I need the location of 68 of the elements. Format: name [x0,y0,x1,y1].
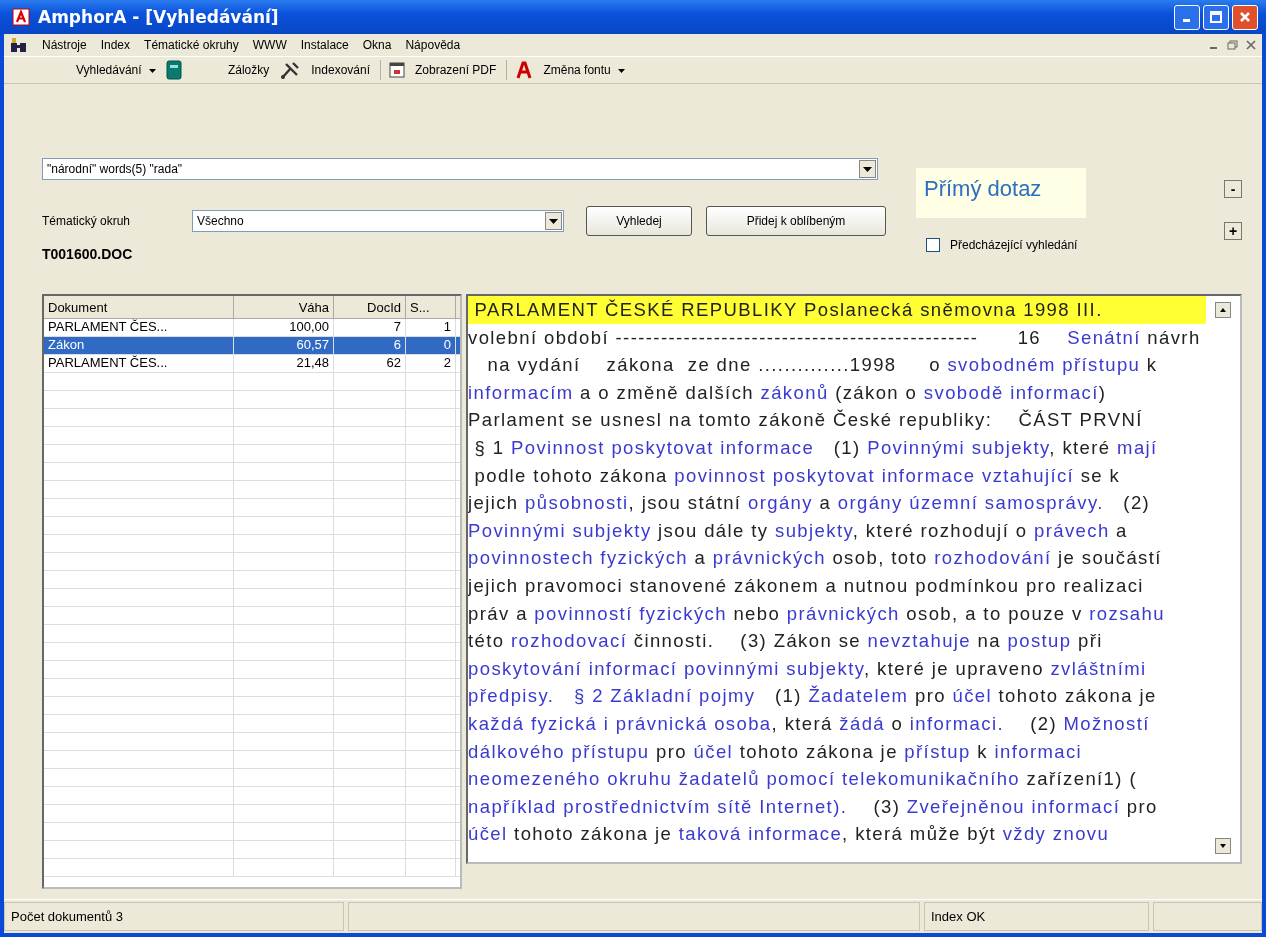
app-icon [12,8,30,26]
window-icon[interactable] [389,62,405,78]
menu-item[interactable]: Instalace [300,38,349,52]
indexing-button[interactable]: Indexování [309,61,372,79]
document-line: práv a povinností fyzických nebo právnických osob, a to pouze v rozsahu [468,601,1166,626]
document-line: § 1 Povinnost poskytovat informace (1) Povinnými subjekty, které mají [473,435,1159,460]
document-line: Parlament se usnesl na tomto zákoně České republiky: ČÁST PRVNÍ [468,408,1144,433]
maximize-icon[interactable] [1209,10,1223,24]
add-favorites-button[interactable]: Přidej k oblíbeným [706,206,886,236]
file-name: T001600.DOC [42,246,134,262]
document-line: volební období ------------------------------------------------ 16 Senátní návrh [468,325,1202,350]
query-combobox[interactable]: "národní" words(5) "rada" [42,158,878,180]
document-line: dálkového přístupu pro účel tohoto zákona je přístup k informaci [468,739,1084,764]
window-title: AmphorA - [Vyhledávání] [38,7,279,27]
menu-item[interactable]: Nápověda [405,38,461,52]
scroll-down-icon[interactable] [1215,838,1231,854]
maximize-button[interactable] [1203,4,1229,30]
document-line: Povinnými subjekty jsou dále ty subjekty, které rozhodují o právech a [468,518,1129,543]
scroll-up-icon[interactable] [1215,302,1231,318]
pdf-view-button[interactable]: Zobrazení PDF [413,61,499,79]
document-line: poskytování informací povinnými subjekty, které je upraveno zvláštními [468,656,1148,681]
list-row[interactable]: Zákon 60,57 6 0 [44,337,460,355]
menu-item[interactable]: Nástroje [42,38,87,52]
dropdown-arrow-icon[interactable] [549,218,558,224]
document-line: předpisy. § 2 Základní pojmy (1) Žadatelem pro účel tohoto zákona je [468,684,1158,709]
column-header[interactable]: S... [406,296,456,318]
collapse-button[interactable]: - [1224,180,1242,198]
menu-item[interactable]: Index [100,38,131,52]
document-line: například prostřednictvím sítě Internet). (3) Zveřejněnou informací pro [468,794,1159,819]
font-dropdown-button[interactable]: Změna fontu [541,61,628,79]
column-header[interactable]: Váha [234,296,334,318]
font-icon[interactable] [515,61,534,79]
document-line: neomezeného okruhu žadatelů pomocí telekomunikačního zařízení1) ( [468,767,1138,792]
document-line: účel tohoto zákona je taková informace, která může být vždy znovu [468,822,1111,847]
expand-button[interactable]: + [1224,222,1242,240]
document-line: povinnostech fyzických a právnických osob, toto rozhodování je součástí [468,546,1163,571]
dropdown-arrow-icon[interactable] [863,166,872,172]
book-icon[interactable] [165,60,182,80]
search-dropdown-button[interactable]: Vyhledávání [74,61,158,79]
menu-item[interactable]: WWW [252,38,287,52]
status-index: Index OK [924,902,1149,931]
column-header[interactable]: DocId [334,296,406,318]
binoculars-icon [10,37,28,53]
list-row[interactable]: PARLAMENT ČES... 21,48 62 2 [44,355,460,373]
close-icon[interactable] [1246,40,1256,50]
topic-combobox[interactable]: Všechno [192,210,564,232]
close-button[interactable] [1232,4,1258,30]
minimize-button[interactable] [1174,4,1200,30]
document-heading: PARLAMENT ČESKÉ REPUBLIKY Poslanecká sněmovna 1998 III. [468,296,1206,324]
status-document-count: Počet dokumentů 3 [4,902,344,931]
menu-item[interactable]: Okna [362,38,392,52]
document-line: jejich pravomoci stanovené zákonem a nutnou podmínkou pro realizaci [468,573,1145,598]
document-line: každá fyzická i právnická osoba, která žádá o informaci. (2) Možností [468,711,1151,736]
caret-icon[interactable] [618,68,626,73]
document-line: podle tohoto zákona povinnost poskytovat informace vztahující se k [473,463,1122,488]
column-header[interactable]: Dokument [44,296,234,318]
document-line: jejich působnosti, jsou státní orgány a orgány územní samosprávy. (2) [468,491,1152,516]
restore-icon[interactable] [1227,40,1238,50]
search-button[interactable]: Vyhledej [586,206,692,236]
direct-query-panel: Přímý dotaz [916,168,1086,218]
document-line: této rozhodovací činnosti. (3) Zákon se nevztahuje na postup při [468,629,1104,654]
caret-icon[interactable] [148,68,156,73]
document-line: na vydání zákona ze dne ..............1998 o svobodném přístupu k [486,353,1159,378]
document-line: informacím a o změně dalších zákonů (zákon o svobodě informací) [468,380,1108,405]
previous-search-checkbox[interactable]: Předcházející vyhledání [916,238,1186,252]
bookmarks-button[interactable]: Záložky [225,61,272,79]
menu-item[interactable]: Tématické okruhy [144,38,239,52]
topic-label: Tématický okruh [42,214,132,228]
